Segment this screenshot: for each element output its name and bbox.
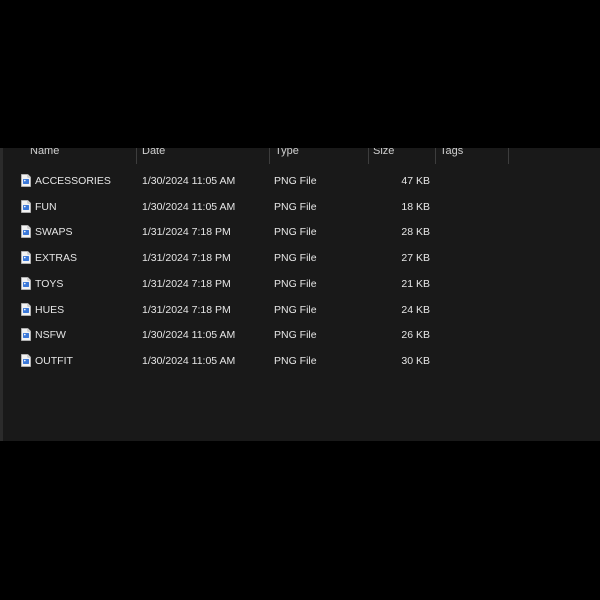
png-file-icon [21, 328, 31, 342]
png-file-icon [21, 302, 31, 316]
file-row[interactable]: SWAPS 1/31/2024 7:18 PM PNG File 28 KB [0, 219, 600, 245]
file-name: NSFW [35, 329, 66, 342]
file-date-modified: 1/30/2024 11:05 AM [142, 354, 236, 367]
column-divider[interactable] [136, 148, 137, 164]
file-row[interactable]: EXTRAS 1/31/2024 7:18 PM PNG File 27 KB [0, 245, 600, 271]
column-divider[interactable] [508, 148, 509, 164]
file-explorer-window: Name Date Type Size Tags ACCESSORIES 1/30… [0, 148, 600, 441]
file-size: 28 KB [401, 226, 430, 239]
file-row[interactable]: FUN 1/30/2024 11:05 AM PNG File 18 KB [0, 194, 600, 220]
file-row[interactable]: NSFW 1/30/2024 11:05 AM PNG File 26 KB [0, 322, 600, 348]
file-name: EXTRAS [35, 252, 78, 265]
file-name: OUTFIT [35, 354, 73, 367]
file-type: PNG File [274, 303, 317, 316]
file-size: 47 KB [401, 175, 430, 187]
file-type: PNG File [274, 252, 317, 265]
file-date-modified: 1/31/2024 7:18 PM [142, 252, 231, 265]
file-date-modified: 1/31/2024 7:18 PM [142, 303, 231, 316]
file-size: 30 KB [401, 354, 430, 367]
file-name: SWAPS [35, 226, 73, 239]
png-file-icon [21, 174, 31, 187]
file-type: PNG File [274, 226, 317, 239]
file-size: 18 KB [401, 200, 430, 213]
file-size: 26 KB [401, 329, 430, 342]
file-date-modified: 1/31/2024 7:18 PM [142, 277, 231, 290]
file-name: HUES [35, 303, 65, 316]
file-name: TOYS [35, 277, 64, 290]
file-date-modified: 1/31/2024 7:18 PM [142, 226, 231, 239]
file-size: 21 KB [401, 277, 430, 290]
column-divider[interactable] [435, 148, 436, 164]
column-header-row: Name Date Type Size Tags [0, 148, 600, 164]
file-row[interactable]: TOYS 1/31/2024 7:18 PM PNG File 21 KB [0, 271, 600, 297]
column-divider[interactable] [269, 148, 270, 164]
png-file-icon [21, 353, 31, 367]
png-file-icon [21, 251, 31, 264]
file-date-modified: 1/30/2024 11:05 AM [142, 329, 236, 342]
file-row[interactable]: OUTFIT 1/30/2024 11:05 AM PNG File 30 KB [0, 348, 600, 374]
column-header-tags[interactable]: Tags [440, 148, 463, 159]
column-header-type[interactable]: Type [275, 148, 299, 159]
column-header-name[interactable]: Name [30, 148, 59, 159]
file-row[interactable]: ACCESSORIES 1/30/2024 11:05 AM PNG File 47 … [0, 168, 600, 194]
column-header-date[interactable]: Date [142, 148, 165, 159]
file-size: 27 KB [401, 252, 430, 265]
file-type: PNG File [274, 354, 317, 367]
file-type: PNG File [274, 175, 317, 187]
file-name: FUN [35, 200, 57, 213]
column-divider[interactable] [368, 148, 369, 164]
file-row[interactable]: HUES 1/31/2024 7:18 PM PNG File 24 KB [0, 297, 600, 323]
file-date-modified: 1/30/2024 11:05 AM [142, 175, 236, 187]
column-header-size[interactable]: Size [373, 148, 394, 159]
file-name: ACCESSORIES [35, 175, 111, 187]
file-type: PNG File [274, 329, 317, 342]
file-size: 24 KB [401, 303, 430, 316]
file-type: PNG File [274, 200, 317, 213]
png-file-icon [21, 225, 31, 239]
png-file-icon [21, 199, 31, 213]
png-file-icon [21, 276, 31, 290]
file-type: PNG File [274, 277, 317, 290]
file-date-modified: 1/30/2024 11:05 AM [142, 200, 236, 213]
